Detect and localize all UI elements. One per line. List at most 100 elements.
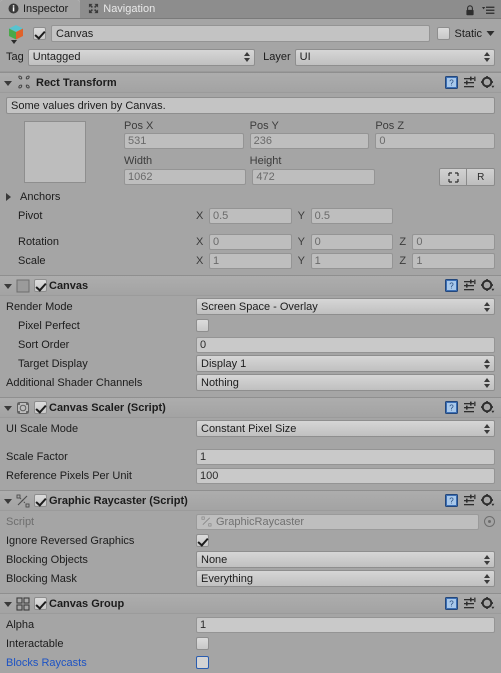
- tab-inspector[interactable]: Inspector: [0, 0, 81, 18]
- graphic-raycaster-icon: [16, 494, 30, 508]
- canvas-scaler-foldout-icon[interactable]: [4, 406, 12, 411]
- anchors-foldout-icon[interactable]: [6, 192, 11, 201]
- canvas-scaler-spacer: [6, 439, 495, 448]
- help-book-icon[interactable]: ?: [445, 494, 458, 507]
- pos-x-label: Pos X: [124, 120, 154, 132]
- rect-transform-header-icons: ?: [445, 76, 495, 89]
- canvas-foldout-icon[interactable]: [4, 284, 12, 289]
- rect-transform-helpbox: Some values driven by Canvas.: [6, 97, 495, 114]
- rotation-z-field[interactable]: 0: [412, 233, 496, 250]
- reference-pixels-per-unit-field[interactable]: 100: [196, 467, 495, 484]
- script-row: Script GraphicRaycaster: [6, 513, 495, 530]
- gear-icon[interactable]: [481, 494, 495, 507]
- blueprint-mode-button[interactable]: [439, 169, 467, 185]
- anchor-preset-button[interactable]: [24, 121, 86, 183]
- canvas-group-enabled-checkbox[interactable]: [34, 597, 47, 610]
- canvas-group-header[interactable]: Canvas Group ?: [0, 593, 501, 614]
- preset-sliders-icon[interactable]: [463, 494, 476, 507]
- alpha-field[interactable]: 1: [196, 616, 495, 633]
- scale-z-field[interactable]: 1: [412, 252, 496, 269]
- blocking-mask-value: Everything: [201, 572, 253, 585]
- pos-y-field[interactable]: 236: [249, 133, 370, 149]
- raw-edit-mode-button[interactable]: R: [466, 169, 494, 185]
- help-book-icon[interactable]: ?: [445, 76, 458, 89]
- rotation-y-axis-label: Y: [297, 235, 306, 248]
- hamburger-menu-icon[interactable]: [481, 5, 495, 16]
- blocking-objects-row: Blocking Objects None: [6, 551, 495, 568]
- pixel-perfect-label: Pixel Perfect: [18, 319, 80, 332]
- help-book-icon[interactable]: ?: [445, 279, 458, 292]
- script-object-field[interactable]: GraphicRaycaster: [196, 513, 479, 530]
- anchors-row[interactable]: Anchors: [6, 188, 495, 205]
- preset-sliders-icon[interactable]: [463, 597, 476, 610]
- object-enabled-checkbox[interactable]: [33, 27, 46, 40]
- rect-transform-foldout-icon[interactable]: [4, 81, 12, 86]
- tab-navigation[interactable]: Navigation: [80, 0, 167, 18]
- rotation-x-field[interactable]: 0: [209, 233, 292, 250]
- gear-icon[interactable]: [481, 279, 495, 292]
- layer-dropdown[interactable]: UI: [294, 48, 495, 66]
- ignore-reversed-graphics-checkbox[interactable]: [196, 534, 209, 547]
- static-dropdown-arrow-icon[interactable]: [486, 30, 495, 37]
- help-book-icon[interactable]: ?: [445, 401, 458, 414]
- scale-y-field[interactable]: 1: [310, 252, 394, 269]
- tabbar-right-icons: [465, 5, 501, 18]
- scale-y-axis-label: Y: [297, 254, 306, 267]
- gear-icon[interactable]: [481, 401, 495, 414]
- preset-sliders-icon[interactable]: [463, 401, 476, 414]
- width-field[interactable]: 1062: [124, 169, 247, 185]
- scale-label: Scale: [18, 254, 46, 267]
- additional-shader-channels-dropdown[interactable]: Nothing: [196, 374, 495, 391]
- scale-factor-label: Scale Factor: [6, 450, 68, 463]
- help-book-icon[interactable]: ?: [445, 597, 458, 610]
- pos-z-field[interactable]: 0: [375, 133, 496, 149]
- tag-label: Tag: [6, 51, 24, 63]
- pivot-y-field[interactable]: 0.5: [310, 207, 394, 224]
- rect-transform-body: Some values driven by Canvas. Pos X Pos …: [0, 93, 501, 275]
- render-mode-dropdown[interactable]: Screen Space - Overlay: [196, 298, 495, 315]
- blocking-objects-dropdown[interactable]: None: [196, 551, 495, 568]
- preset-sliders-icon[interactable]: [463, 76, 476, 89]
- static-checkbox[interactable]: [437, 27, 451, 40]
- ui-scale-mode-label: UI Scale Mode: [6, 422, 79, 435]
- preset-sliders-icon[interactable]: [463, 279, 476, 292]
- sort-order-field[interactable]: 0: [196, 336, 495, 353]
- component-canvas-group: Canvas Group ? Alpha 1 Interactable Bloc…: [0, 593, 501, 673]
- lock-icon[interactable]: [465, 5, 475, 16]
- graphic-raycaster-header[interactable]: Graphic Raycaster (Script) ?: [0, 490, 501, 511]
- scale-x-field[interactable]: 1: [209, 252, 292, 269]
- graphic-raycaster-foldout-icon[interactable]: [4, 499, 12, 504]
- blocks-raycasts-checkbox[interactable]: [196, 656, 209, 669]
- prefab-cube-icon[interactable]: [6, 23, 28, 45]
- ui-scale-mode-dropdown[interactable]: Constant Pixel Size: [196, 420, 495, 437]
- interactable-checkbox[interactable]: [196, 637, 209, 650]
- rect-transform-header[interactable]: Rect Transform ?: [0, 72, 501, 93]
- info-circle-icon: [8, 3, 19, 14]
- scale-factor-field[interactable]: 1: [196, 448, 495, 465]
- canvas-group-body: Alpha 1 Interactable Blocks Raycasts Ign…: [0, 614, 501, 673]
- rotation-y-field[interactable]: 0: [310, 233, 394, 250]
- blocking-mask-dropdown[interactable]: Everything: [196, 570, 495, 587]
- scale-row: Scale X 1 Y 1 Z 1: [6, 252, 496, 269]
- canvas-header[interactable]: Canvas ?: [0, 275, 501, 296]
- canvas-scaler-header[interactable]: Canvas Scaler (Script) ?: [0, 397, 501, 418]
- component-canvas: Canvas ? Render Mode Screen Space - Over…: [0, 275, 501, 397]
- gear-icon[interactable]: [481, 76, 495, 89]
- pixel-perfect-checkbox[interactable]: [196, 319, 209, 332]
- pos-x-field[interactable]: 531: [124, 133, 244, 149]
- target-display-dropdown[interactable]: Display 1: [196, 355, 495, 372]
- tag-dropdown[interactable]: Untagged: [27, 48, 256, 66]
- canvas-group-foldout-icon[interactable]: [4, 602, 12, 607]
- layer-value: UI: [299, 51, 311, 63]
- script-object-picker-icon[interactable]: [484, 516, 495, 527]
- canvas-enabled-checkbox[interactable]: [34, 279, 47, 292]
- object-name-field[interactable]: Canvas: [51, 25, 431, 42]
- gear-icon[interactable]: [481, 597, 495, 610]
- size-values-row: 1062 472 R: [124, 168, 495, 186]
- window-tab-bar: Inspector Navigation: [0, 0, 501, 19]
- graphic-raycaster-enabled-checkbox[interactable]: [34, 494, 47, 507]
- height-field[interactable]: 472: [252, 169, 375, 185]
- reference-pixels-per-unit-label: Reference Pixels Per Unit: [6, 469, 132, 482]
- pivot-x-field[interactable]: 0.5: [209, 207, 292, 224]
- canvas-scaler-enabled-checkbox[interactable]: [34, 401, 47, 414]
